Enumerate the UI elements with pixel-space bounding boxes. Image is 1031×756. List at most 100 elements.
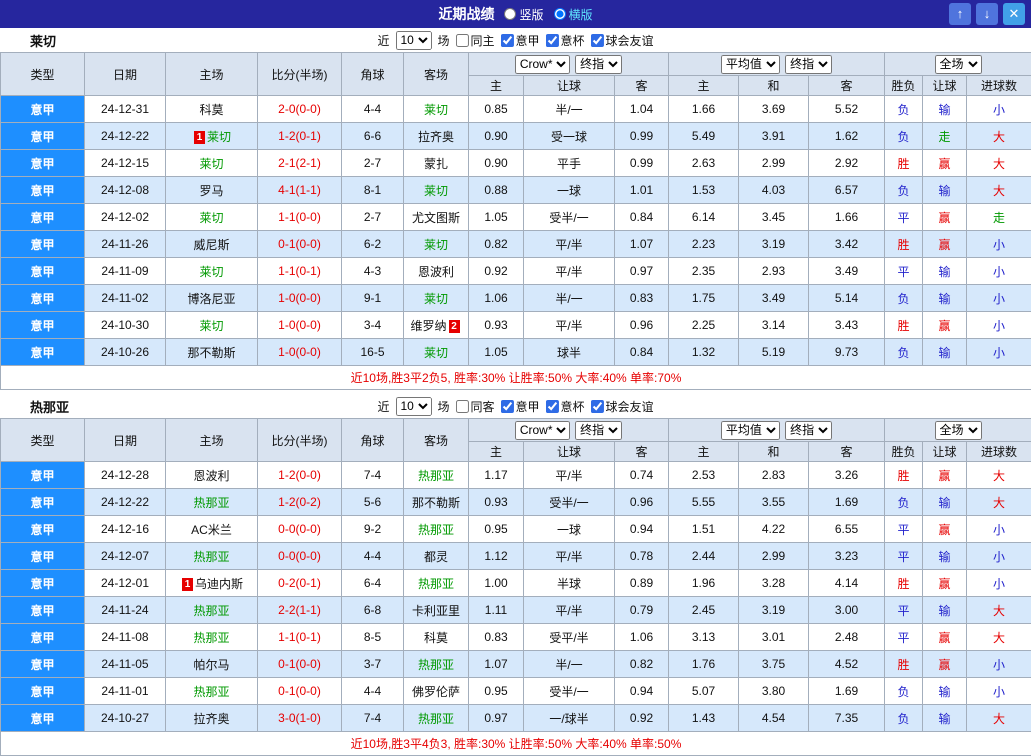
col-date: 日期 <box>85 53 166 96</box>
score-cell: 4-1(1-1) <box>258 177 342 204</box>
corners-cell: 4-3 <box>342 258 404 285</box>
score-cell: 2-1(2-1) <box>258 150 342 177</box>
euro-home-odds: 1.32 <box>669 339 739 366</box>
asia-handicap: 平/半 <box>524 462 615 489</box>
home-team-cell: 1莱切 <box>166 123 258 150</box>
asia-handicap: 受平/半 <box>524 624 615 651</box>
horizontal-label: 横版 <box>569 6 593 23</box>
window-buttons: ↑ ↓ ✕ <box>949 3 1025 25</box>
away-team-cell: 都灵 <box>404 543 469 570</box>
asia-odds-header: Crow* 终指 <box>469 419 669 442</box>
asia-handicap: 受一球 <box>524 123 615 150</box>
coppa-checkbox[interactable] <box>546 34 559 47</box>
asia-time-select[interactable]: 终指 <box>575 55 622 74</box>
view-option-vertical[interactable]: 竖版 <box>504 6 543 23</box>
euro-time-select[interactable]: 终指 <box>785 55 832 74</box>
euro-time-select[interactable]: 终指 <box>785 421 832 440</box>
goals-result: 大 <box>967 489 1031 516</box>
league-cell: 意甲 <box>1 204 85 231</box>
same-home-checkbox[interactable] <box>455 34 468 47</box>
filter-serie-a[interactable]: 意甲 <box>501 32 540 49</box>
goals-result: 小 <box>967 651 1031 678</box>
away-team-name: 莱切 <box>424 346 448 360</box>
asia-home-odds: 1.05 <box>469 204 524 231</box>
view-option-horizontal[interactable]: 横版 <box>554 6 593 23</box>
score-cell: 1-0(0-0) <box>258 285 342 312</box>
col-corner: 角球 <box>342 53 404 96</box>
score-cell: 0-1(0-0) <box>258 678 342 705</box>
friendly-checkbox[interactable] <box>591 400 604 413</box>
date-cell: 24-12-15 <box>85 150 166 177</box>
euro-draw-odds: 2.99 <box>739 543 809 570</box>
home-team-name: 莱切 <box>199 211 223 225</box>
col-result: 胜负 <box>885 442 923 462</box>
goals-result: 小 <box>967 258 1031 285</box>
away-team-name: 热那亚 <box>418 712 454 726</box>
filter-same-away[interactable]: 同客 <box>455 398 494 415</box>
same-away-checkbox[interactable] <box>455 400 468 413</box>
euro-home-odds: 1.53 <box>669 177 739 204</box>
horizontal-radio[interactable] <box>554 8 566 20</box>
col-home: 主场 <box>166 419 258 462</box>
handicap-result: 赢 <box>923 204 967 231</box>
euro-draw-odds: 3.19 <box>739 597 809 624</box>
euro-source-select[interactable]: 平均值 <box>721 55 780 74</box>
euro-away-odds: 5.52 <box>809 96 885 123</box>
home-team-name: AC米兰 <box>191 523 232 537</box>
red-card-badge: 1 <box>182 578 193 591</box>
close-button[interactable]: ✕ <box>1003 3 1025 25</box>
asia-time-select[interactable]: 终指 <box>575 421 622 440</box>
friendly-checkbox[interactable] <box>591 34 604 47</box>
league-cell: 意甲 <box>1 624 85 651</box>
filter-coppa[interactable]: 意杯 <box>546 398 585 415</box>
col-result: 胜负 <box>885 76 923 96</box>
asia-away-odds: 0.94 <box>615 678 669 705</box>
asia-away-odds: 0.94 <box>615 516 669 543</box>
filter-friendly[interactable]: 球会友谊 <box>591 398 654 415</box>
serie-a-checkbox[interactable] <box>501 400 514 413</box>
match-count-select[interactable]: 10 <box>395 397 431 416</box>
euro-away-odds: 3.23 <box>809 543 885 570</box>
home-team-name: 莱切 <box>207 130 231 144</box>
scope-select[interactable]: 全场 <box>935 55 982 74</box>
goals-result: 大 <box>967 462 1031 489</box>
euro-home-odds: 1.76 <box>669 651 739 678</box>
asia-handicap: 半/一 <box>524 96 615 123</box>
match-row: 意甲24-11-05帕尔马0-1(0-0)3-7热那亚1.07半/一0.821.… <box>1 651 1031 678</box>
match-result: 胜 <box>885 651 923 678</box>
home-team-name: 威尼斯 <box>193 238 229 252</box>
filter-serie-a[interactable]: 意甲 <box>501 398 540 415</box>
vertical-radio[interactable] <box>504 8 516 20</box>
scope-select[interactable]: 全场 <box>935 421 982 440</box>
match-count-select[interactable]: 10 <box>395 31 431 50</box>
euro-source-select[interactable]: 平均值 <box>721 421 780 440</box>
serie-a-label: 意甲 <box>516 32 540 49</box>
goals-result: 小 <box>967 312 1031 339</box>
euro-away-odds: 1.66 <box>809 204 885 231</box>
euro-draw-odds: 3.01 <box>739 624 809 651</box>
matches-label: 场 <box>437 32 449 49</box>
match-row: 意甲24-11-09莱切1-1(0-1)4-3恩波利0.92平/半0.972.3… <box>1 258 1031 285</box>
filter-coppa[interactable]: 意杯 <box>546 32 585 49</box>
date-cell: 24-11-26 <box>85 231 166 258</box>
score-cell: 0-1(0-0) <box>258 231 342 258</box>
coppa-checkbox[interactable] <box>546 400 559 413</box>
away-team-name: 莱切 <box>424 103 448 117</box>
asia-handicap: 平手 <box>524 150 615 177</box>
home-team-name: 热那亚 <box>193 631 229 645</box>
corners-cell: 6-2 <box>342 231 404 258</box>
asia-home-odds: 1.00 <box>469 570 524 597</box>
asia-bookmaker-select[interactable]: Crow* <box>515 55 570 74</box>
move-down-button[interactable]: ↓ <box>976 3 998 25</box>
league-cell: 意甲 <box>1 312 85 339</box>
home-team-cell: 热那亚 <box>166 543 258 570</box>
asia-bookmaker-select[interactable]: Crow* <box>515 421 570 440</box>
move-up-button[interactable]: ↑ <box>949 3 971 25</box>
filter-same-home[interactable]: 同主 <box>455 32 494 49</box>
col-euro-away: 客 <box>809 76 885 96</box>
filter-friendly[interactable]: 球会友谊 <box>591 32 654 49</box>
serie-a-checkbox[interactable] <box>501 34 514 47</box>
same-home-label: 同主 <box>470 32 494 49</box>
euro-home-odds: 3.13 <box>669 624 739 651</box>
home-team-cell: 热那亚 <box>166 489 258 516</box>
